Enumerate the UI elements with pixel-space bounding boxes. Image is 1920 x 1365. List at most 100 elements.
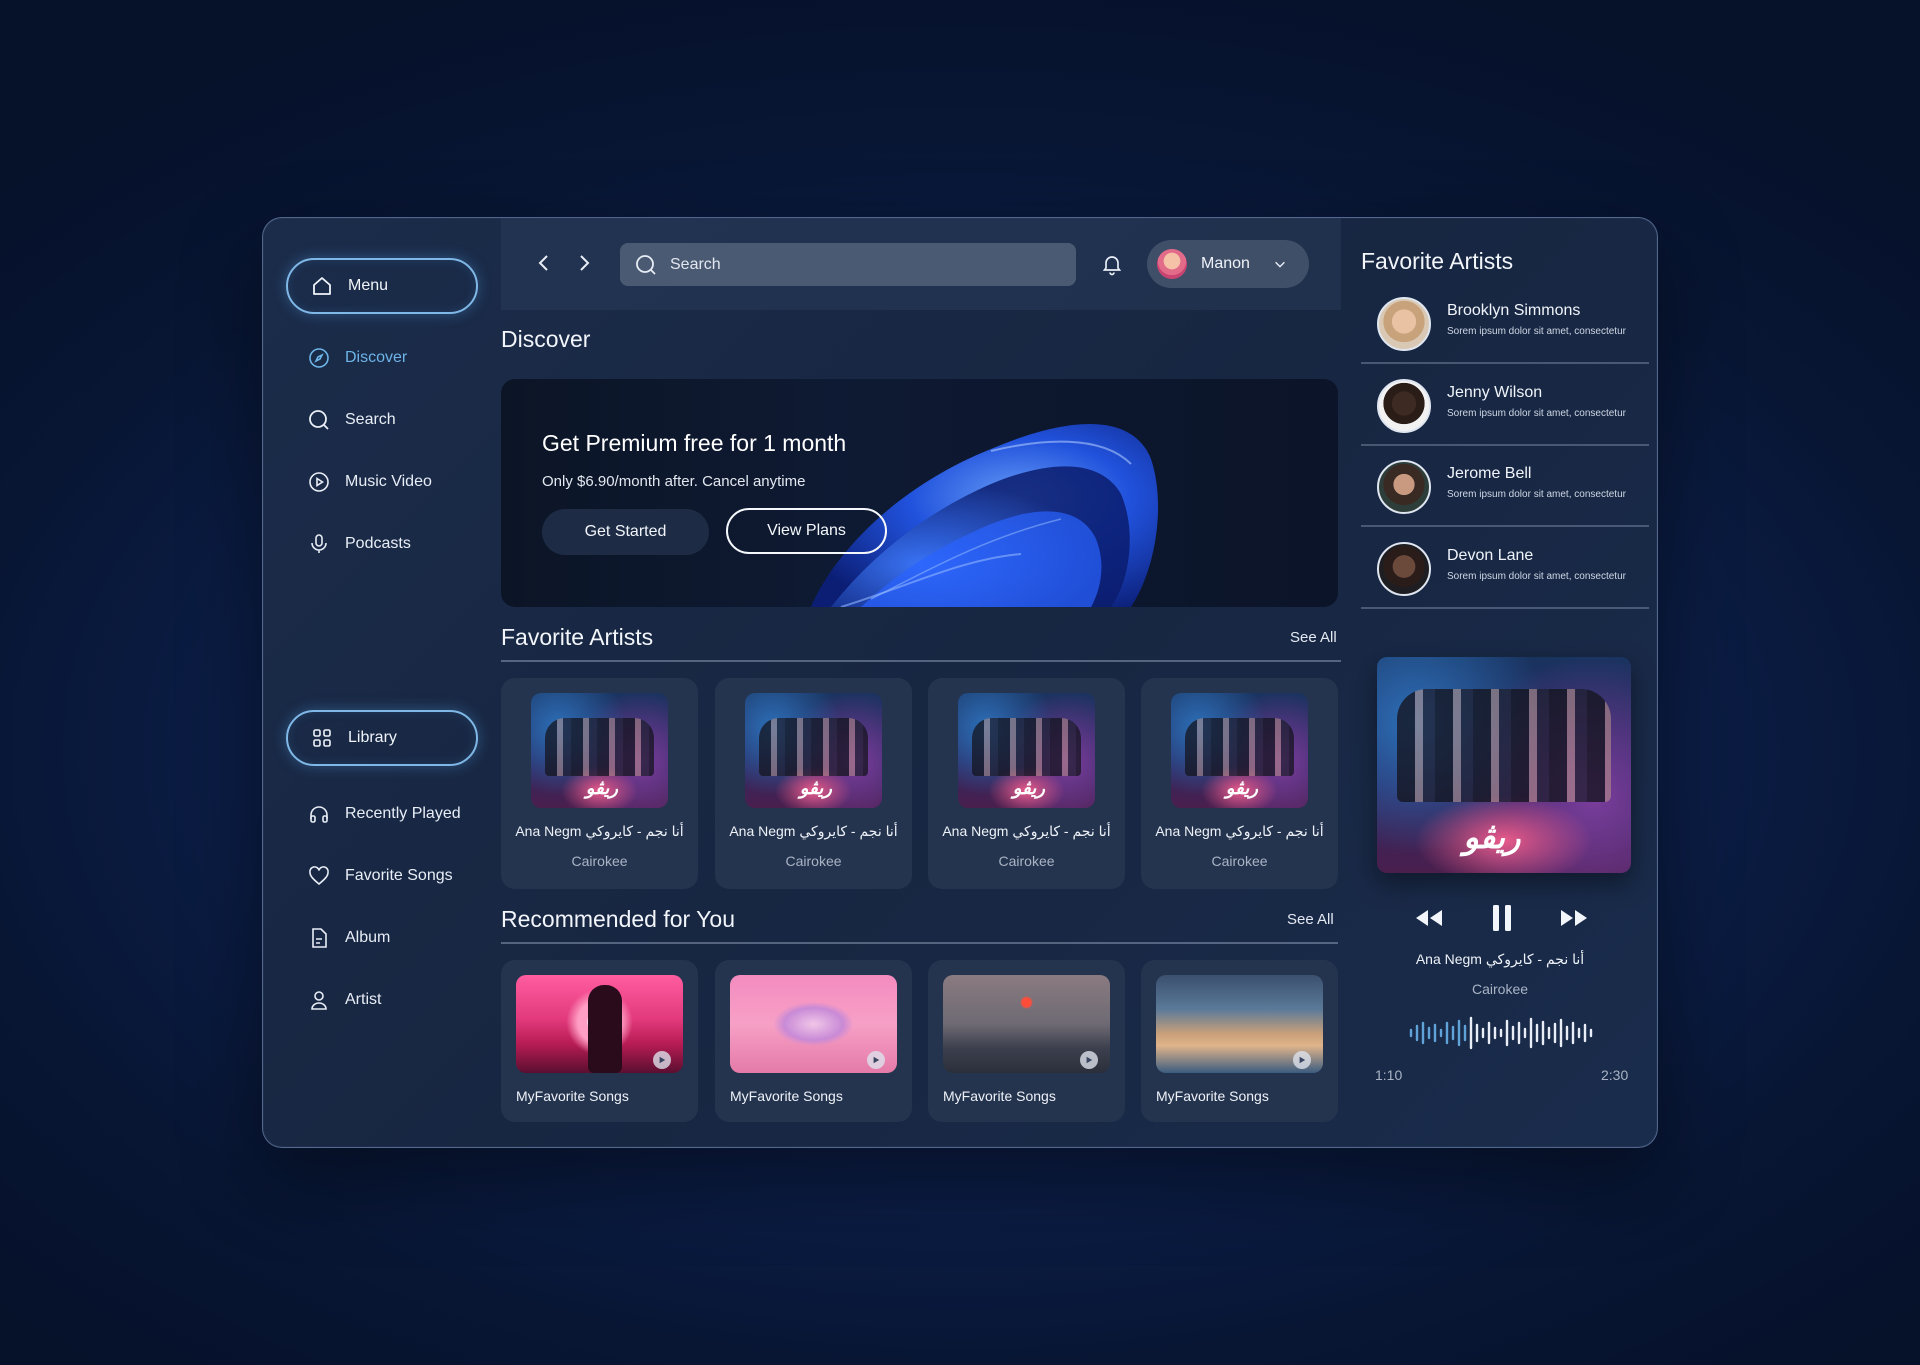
sidebar-item-artist[interactable]: Artist <box>307 988 381 1012</box>
sidebar-item-label: Recently Played <box>345 805 461 822</box>
page-title: Discover <box>501 326 591 352</box>
play-icon[interactable] <box>653 1051 671 1069</box>
play-icon[interactable] <box>867 1051 885 1069</box>
forward-arrow-icon[interactable] <box>573 252 595 274</box>
search-icon <box>307 408 331 432</box>
user-menu[interactable]: Manon <box>1147 240 1309 288</box>
now-playing-artist: Cairokee <box>1471 981 1529 997</box>
see-all-artists-link[interactable]: See All <box>1290 629 1337 646</box>
chevron-down-icon <box>1272 256 1288 272</box>
app-window: Menu Discover Search Music Video Podcast… <box>262 217 1658 1148</box>
card-title: Ana Negm أنا نجم - كايروكي <box>942 823 1111 839</box>
sidebar-item-label: Music Video <box>345 473 432 490</box>
waveform-scrubber[interactable] <box>1409 1013 1597 1053</box>
artist-row[interactable]: Brooklyn Simmons Sorem ipsum dolor sit a… <box>1361 284 1649 364</box>
sidebar-item-search[interactable]: Search <box>307 408 396 432</box>
album-cover: ريڤو <box>745 693 882 808</box>
artist-name: Devon Lane <box>1447 547 1534 564</box>
document-icon <box>307 926 331 950</box>
back-arrow-icon[interactable] <box>533 252 555 274</box>
view-plans-button[interactable]: View Plans <box>726 508 887 554</box>
avatar <box>1377 460 1431 514</box>
artist-row[interactable]: Devon Lane Sorem ipsum dolor sit amet, c… <box>1361 529 1649 609</box>
album-cover: ريڤو <box>958 693 1095 808</box>
sidebar-item-recently-played[interactable]: Recently Played <box>307 802 461 826</box>
album-cover: ريڤو <box>531 693 668 808</box>
playlist-title: MyFavorite Songs <box>730 1088 843 1104</box>
topbar: Manon <box>501 218 1341 310</box>
right-panel: Favorite Artists Brooklyn Simmons Sorem … <box>1341 218 1657 1147</box>
avatar <box>1377 297 1431 351</box>
playlist-title: MyFavorite Songs <box>516 1088 629 1104</box>
elapsed-time: 1:10 <box>1375 1067 1403 1083</box>
microphone-icon <box>307 532 331 556</box>
get-started-button[interactable]: Get Started <box>542 509 709 555</box>
artist-desc: Sorem ipsum dolor sit amet, consectetur <box>1447 571 1626 582</box>
card-title: Ana Negm أنا نجم - كايروكي <box>515 823 684 839</box>
sidebar-item-label: Album <box>345 929 391 946</box>
artist-desc: Sorem ipsum dolor sit amet, consectetur <box>1447 408 1626 419</box>
menu-button[interactable]: Menu <box>286 258 478 314</box>
favorite-artists-title: Favorite Artists <box>501 624 654 650</box>
playlist-title: MyFavorite Songs <box>1156 1088 1269 1104</box>
sidebar-item-label: Favorite Songs <box>345 867 453 884</box>
play-icon[interactable] <box>1293 1051 1311 1069</box>
search-box <box>620 243 1076 286</box>
user-icon <box>307 988 331 1012</box>
artist-card[interactable]: ريڤو Ana Negm أنا نجم - كايروكي Cairokee <box>928 678 1125 889</box>
recommended-title: Recommended for You <box>501 906 735 932</box>
premium-banner: Get Premium free for 1 month Only $6.90/… <box>501 379 1338 607</box>
library-button[interactable]: Library <box>286 710 478 766</box>
artist-row[interactable]: Jerome Bell Sorem ipsum dolor sit amet, … <box>1361 447 1649 527</box>
card-title: Ana Negm أنا نجم - كايروكي <box>1155 823 1324 839</box>
card-artist: Cairokee <box>785 853 842 869</box>
artist-name: Jenny Wilson <box>1447 384 1543 401</box>
bell-icon[interactable] <box>1099 251 1125 277</box>
sidebar-item-music-video[interactable]: Music Video <box>307 470 432 494</box>
playlist-card[interactable]: MyFavorite Songs <box>1141 960 1338 1122</box>
sidebar-item-favorite-songs[interactable]: Favorite Songs <box>307 864 453 888</box>
compass-icon <box>307 346 331 370</box>
heart-icon <box>307 864 331 888</box>
artist-desc: Sorem ipsum dolor sit amet, consectetur <box>1447 326 1626 337</box>
menu-label: Menu <box>348 277 389 294</box>
avatar <box>1377 542 1431 596</box>
sidebar-item-album[interactable]: Album <box>307 926 390 950</box>
artist-row[interactable]: Jenny Wilson Sorem ipsum dolor sit amet,… <box>1361 366 1649 446</box>
fast-forward-icon[interactable] <box>1558 907 1590 934</box>
play-icon[interactable] <box>1080 1051 1098 1069</box>
artist-card[interactable]: ريڤو Ana Negm أنا نجم - كايروكي Cairokee <box>715 678 912 889</box>
search-input[interactable] <box>670 255 1050 274</box>
playlist-card[interactable]: MyFavorite Songs <box>928 960 1125 1122</box>
card-artist: Cairokee <box>998 853 1055 869</box>
artist-name: Jerome Bell <box>1447 465 1532 482</box>
card-artist: Cairokee <box>571 853 628 869</box>
divider <box>501 660 1341 662</box>
sidebar-item-label: Artist <box>345 991 382 1008</box>
playlist-cover <box>943 975 1110 1073</box>
playlist-cover <box>730 975 897 1073</box>
sidebar-item-podcasts[interactable]: Podcasts <box>307 532 411 556</box>
see-all-recommended-link[interactable]: See All <box>1287 911 1334 928</box>
abstract-wave-art <box>811 424 1159 607</box>
playlist-card[interactable]: MyFavorite Songs <box>715 960 912 1122</box>
sidebar-item-label: Search <box>345 411 396 428</box>
card-title: Ana Negm أنا نجم - كايروكي <box>729 823 898 839</box>
pause-icon[interactable] <box>1491 904 1513 937</box>
total-duration: 2:30 <box>1601 1067 1629 1083</box>
playlist-card[interactable]: MyFavorite Songs <box>501 960 698 1122</box>
playlist-cover <box>1156 975 1323 1073</box>
sidebar-item-label: Discover <box>345 349 408 366</box>
sidebar: Menu Discover Search Music Video Podcast… <box>263 218 501 1147</box>
playlist-cover <box>516 975 683 1073</box>
artist-card[interactable]: ريڤو Ana Negm أنا نجم - كايروكي Cairokee <box>1141 678 1338 889</box>
main-content: Manon Discover <box>501 218 1341 1147</box>
rewind-icon[interactable] <box>1413 907 1445 934</box>
library-label: Library <box>348 729 397 746</box>
now-playing-title: Ana Negm أنا نجم - كايروكي <box>1415 951 1585 967</box>
artist-desc: Sorem ipsum dolor sit amet, consectetur <box>1447 489 1626 500</box>
sidebar-item-discover[interactable]: Discover <box>307 346 407 370</box>
artist-card[interactable]: ريڤو Ana Negm أنا نجم - كايروكي Cairokee <box>501 678 698 889</box>
divider <box>501 942 1338 944</box>
now-playing-cover: ريڤو <box>1377 657 1631 873</box>
